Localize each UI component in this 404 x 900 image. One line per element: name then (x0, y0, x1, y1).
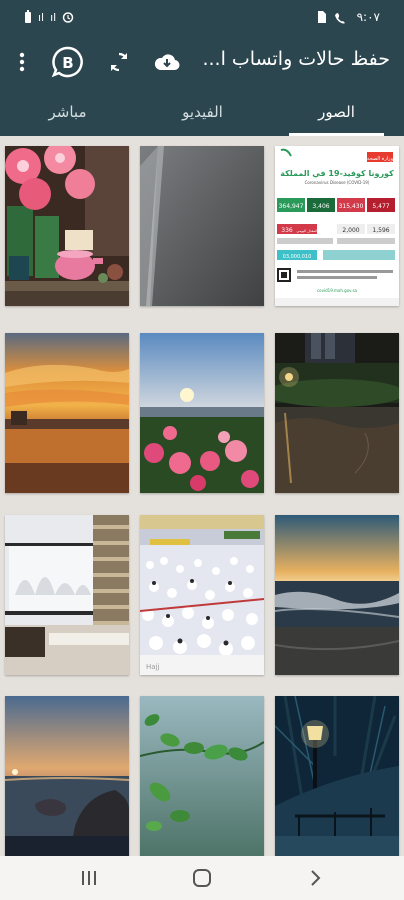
tab-images-label: الصور (318, 103, 355, 121)
clock-time: ٩:٠٧ (356, 10, 380, 24)
sim-icon (317, 10, 327, 24)
recent-apps-icon[interactable] (74, 866, 104, 890)
image-grid: وزارة الصحة كورونا كوفيد-19 في المملكة C… (0, 136, 404, 856)
svg-text:03,000,010: 03,000,010 (283, 254, 312, 260)
svg-text:وزارة الصحة: وزارة الصحة (367, 156, 394, 162)
app-title: حفظ حالات واتساب ا... (202, 48, 390, 70)
back-icon[interactable] (300, 866, 330, 890)
svg-text:كورونا كوفيد-19 في المملكة: كورونا كوفيد-19 في المملكة (280, 169, 394, 178)
thumb-covid-statistics[interactable]: وزارة الصحة كورونا كوفيد-19 في المملكة C… (275, 146, 399, 306)
wifi-call-icon (334, 10, 349, 24)
svg-text:3,406: 3,406 (312, 203, 329, 210)
alarm-icon (62, 11, 74, 23)
svg-text:Coronavirus Disease (COVID-19): Coronavirus Disease (COVID-19) (305, 180, 370, 185)
battery-icon (24, 10, 32, 24)
svg-text:315,430: 315,430 (339, 203, 364, 210)
thumb-night-park[interactable] (275, 333, 399, 493)
svg-text:2,000: 2,000 (342, 227, 359, 234)
thumb-sunset-roses[interactable] (140, 333, 264, 493)
tab-bar: الصور الفيديو مباشر (0, 86, 404, 136)
signal-icon-2: ıl (50, 10, 57, 24)
system-nav-bar (0, 856, 404, 900)
svg-text:336: 336 (281, 227, 293, 234)
thumb-dusk-rocks[interactable] (5, 696, 129, 856)
svg-text:364,947: 364,947 (279, 203, 304, 210)
svg-text:5,477: 5,477 (372, 203, 389, 210)
tab-videos-label: الفيديو (182, 103, 223, 121)
refresh-icon[interactable] (104, 48, 134, 76)
app-bar: حفظ حالات واتساب ا... B (0, 38, 404, 86)
thumb-flowers-pink[interactable] (5, 146, 129, 306)
cloud-download-icon[interactable] (151, 48, 183, 76)
tab-live[interactable]: مباشر (0, 86, 135, 136)
thumb-snowy-window[interactable] (5, 515, 129, 675)
svg-text:covid19.moh.gov.sa: covid19.moh.gov.sa (317, 288, 358, 293)
thumb-gray-blur[interactable] (140, 146, 264, 306)
svg-text:1,596: 1,596 (372, 227, 389, 234)
tab-live-label: مباشر (48, 103, 87, 121)
thumb-ocean-shore[interactable] (275, 515, 399, 675)
status-bar: ıl ıl ٩:٠٧ (0, 0, 404, 38)
svg-text:المعدل اليومي: المعدل اليومي (297, 229, 318, 233)
tab-videos[interactable]: الفيديو (135, 86, 270, 136)
whatsapp-business-icon[interactable]: B (50, 46, 86, 78)
signal-icon-1: ıl (38, 10, 45, 24)
thumb-lamp-post[interactable] (275, 696, 399, 856)
more-vert-icon[interactable] (12, 48, 32, 76)
home-icon[interactable] (187, 866, 217, 890)
svg-text:B: B (62, 54, 73, 72)
svg-text:Hajj: Hajj (146, 663, 159, 671)
tab-images[interactable]: الصور (269, 86, 404, 136)
thumb-green-leaves[interactable] (140, 696, 264, 856)
thumb-orange-sunset[interactable] (5, 333, 129, 493)
thumb-pilgrims-crowd[interactable]: Hajj (140, 515, 264, 675)
